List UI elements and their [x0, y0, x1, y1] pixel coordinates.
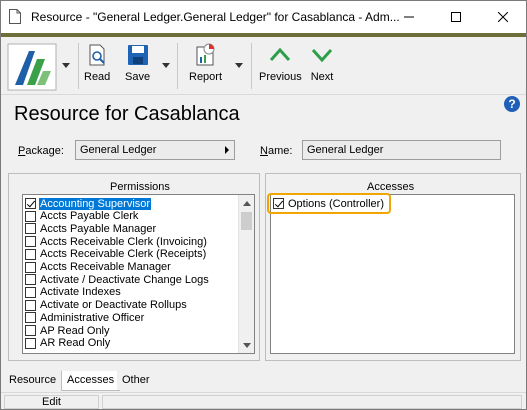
name-label: Name:: [260, 145, 293, 157]
toolbar-separator: [78, 43, 79, 89]
page-title: Resource for Casablanca: [14, 103, 240, 125]
permission-item-label: AR Read Only: [40, 337, 111, 350]
save-dropdown-icon[interactable]: [162, 63, 170, 69]
permissions-title: Permissions: [108, 181, 172, 193]
report-button[interactable]: Report: [189, 43, 222, 91]
next-label: Next: [310, 71, 334, 83]
toolbar: Read Save Report Previous Next: [1, 37, 526, 95]
permission-item[interactable]: Activate / Deactivate Change Logs: [25, 273, 210, 286]
close-icon: [498, 12, 508, 22]
checkbox[interactable]: [25, 261, 36, 273]
permission-item-label: Activate or Deactivate Rollups: [40, 299, 187, 312]
permission-item[interactable]: Accts Receivable Clerk (Receipts): [25, 248, 207, 261]
permission-item[interactable]: Accts Receivable Manager: [25, 261, 172, 274]
chevron-down-icon: [311, 48, 333, 63]
toolbar-separator: [177, 43, 178, 89]
permission-item-label: Activate Indexes: [40, 286, 121, 299]
permission-item-label: AP Read Only: [40, 324, 110, 337]
status-mode: Edit: [4, 395, 99, 409]
resource-window: Resource - "General Ledger.General Ledge…: [0, 0, 527, 410]
report-dropdown-icon[interactable]: [235, 63, 243, 69]
permission-item-label: Activate / Deactivate Change Logs: [40, 273, 209, 286]
window-title: Resource - "General Ledger.General Ledge…: [31, 10, 400, 24]
save-icon: [127, 45, 148, 65]
chevron-down-icon: [243, 342, 251, 348]
report-label: Report: [189, 71, 223, 83]
permission-item-label: Accts Receivable Clerk (Receipts): [40, 248, 207, 261]
package-value: General Ledger: [80, 144, 157, 156]
caret-right-icon: [225, 146, 229, 154]
package-dropdown[interactable]: General Ledger: [75, 140, 235, 160]
read-button[interactable]: Read: [84, 43, 110, 91]
permission-item[interactable]: Administrative Officer: [25, 311, 145, 324]
read-label: Read: [84, 71, 111, 83]
toolbar-separator: [251, 43, 252, 89]
permission-item-label: Accts Payable Clerk: [40, 210, 139, 223]
scrollbar-thumb[interactable]: [241, 212, 252, 230]
highlight-outline: [267, 193, 391, 214]
save-label: Save: [125, 71, 151, 83]
permission-item[interactable]: AP Read Only: [25, 324, 111, 337]
permission-item[interactable]: Accounting Supervisor: [25, 197, 152, 210]
permissions-scrollbar[interactable]: [238, 195, 254, 353]
checkbox[interactable]: [25, 286, 36, 298]
checkbox[interactable]: [25, 325, 36, 336]
maximize-button[interactable]: [433, 1, 479, 33]
document-icon: [9, 9, 21, 24]
accesses-list[interactable]: Options (Controller): [270, 194, 515, 354]
checkbox-checked[interactable]: [25, 198, 36, 209]
permission-item-label: Accts Receivable Manager: [40, 261, 171, 273]
checkbox[interactable]: [25, 223, 36, 235]
title-bar: Resource - "General Ledger.General Ledge…: [1, 1, 526, 33]
package-label: Package:: [18, 145, 64, 157]
read-icon: [89, 44, 105, 66]
maximize-icon: [451, 12, 461, 22]
checkbox[interactable]: [25, 210, 36, 222]
checkbox[interactable]: [25, 248, 36, 260]
permission-item[interactable]: Activate Indexes: [25, 286, 122, 299]
accesses-title: Accesses: [365, 181, 417, 193]
help-icon[interactable]: ?: [504, 96, 520, 112]
tab-other[interactable]: Other: [117, 371, 155, 390]
checkbox[interactable]: [25, 299, 36, 311]
permission-item[interactable]: Accts Receivable Clerk (Invoicing): [25, 235, 208, 248]
minimize-button[interactable]: [386, 1, 432, 33]
app-logo-icon: [7, 43, 57, 91]
permission-item-label: Accts Receivable Clerk (Invoicing): [40, 235, 207, 248]
next-button[interactable]: Next: [310, 43, 334, 91]
checkbox[interactable]: [25, 274, 36, 286]
close-button[interactable]: [480, 1, 526, 33]
status-message: [102, 395, 522, 409]
chevron-up-icon: [243, 200, 251, 206]
save-button[interactable]: Save: [125, 43, 150, 91]
permission-item-label: Accounting Supervisor: [39, 197, 152, 210]
previous-button[interactable]: Previous: [259, 43, 302, 91]
scroll-up-button[interactable]: [239, 195, 255, 211]
permission-item-label: Accts Payable Manager: [40, 222, 157, 235]
permission-item-label: Administrative Officer: [40, 311, 145, 324]
previous-label: Previous: [259, 71, 302, 83]
chevron-up-icon: [270, 47, 291, 62]
name-field[interactable]: General Ledger: [302, 140, 501, 160]
tab-strip: Resource Accesses Other: [1, 371, 526, 391]
permission-item[interactable]: Accts Payable Manager: [25, 222, 157, 235]
scroll-down-button[interactable]: [239, 337, 255, 353]
checkbox[interactable]: [25, 337, 36, 349]
tab-resource[interactable]: Resource: [4, 371, 62, 390]
minimize-icon: [404, 16, 414, 18]
status-bar: Edit: [1, 392, 526, 409]
checkbox[interactable]: [25, 236, 36, 248]
report-icon: [196, 43, 215, 66]
permissions-list[interactable]: Accounting Supervisor Accts Payable Clerk…: [22, 194, 255, 354]
app-menu-dropdown-icon[interactable]: [62, 63, 70, 69]
tab-accesses[interactable]: Accesses: [61, 371, 121, 391]
permission-item[interactable]: AR Read Only: [25, 337, 111, 350]
checkbox[interactable]: [25, 312, 36, 324]
permission-item[interactable]: Activate or Deactivate Rollups: [25, 299, 188, 312]
app-menu-button[interactable]: [7, 43, 57, 91]
permission-item[interactable]: Accts Payable Clerk: [25, 210, 139, 223]
